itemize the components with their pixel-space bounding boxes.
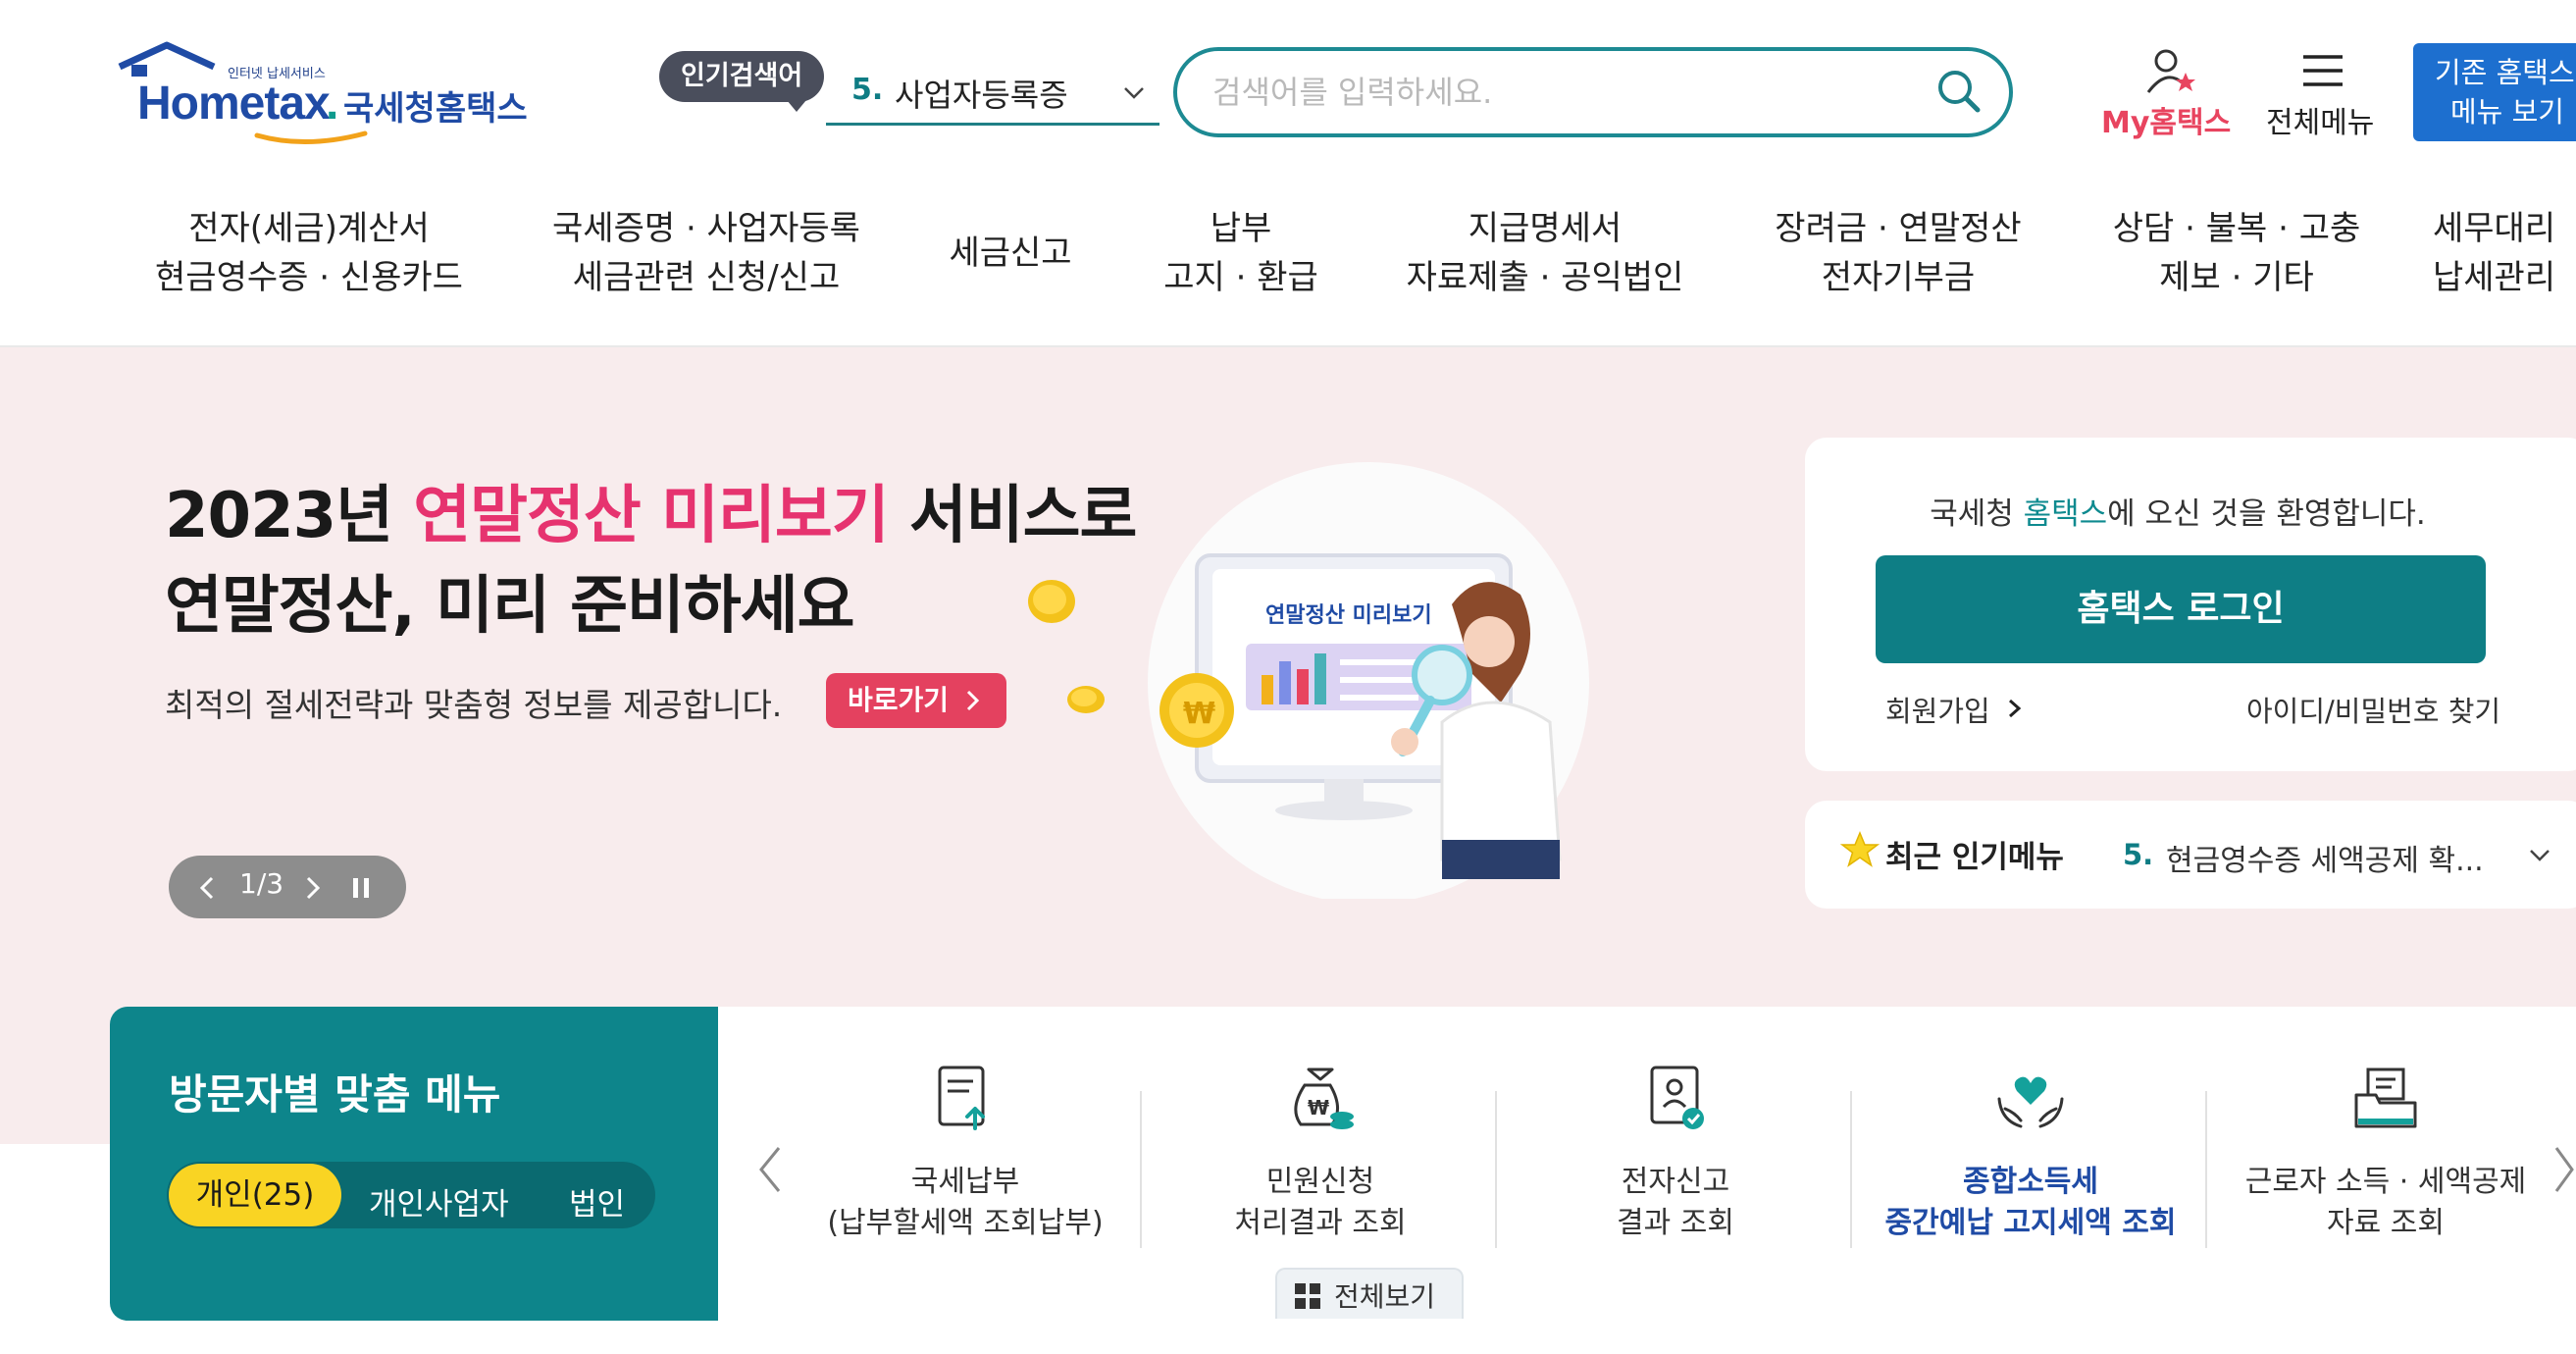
quick-item-tax-payment[interactable]: 국세납부 (납부할세액 조회납부)	[789, 1044, 1142, 1270]
grid-icon	[1295, 1283, 1320, 1309]
quick-item-label: 근로자 소득 · 세액공제 자료 조회	[2244, 1165, 2527, 1240]
quick-divider	[1495, 1091, 1497, 1248]
welcome-brand: 홈택스	[2023, 496, 2108, 532]
login-button[interactable]: 홈택스 로그인	[1876, 555, 2486, 663]
svg-text:₩: ₩	[1308, 1096, 1329, 1120]
logo-dot: .	[326, 78, 339, 130]
gnb-incentives-line2: 전자기부금	[1821, 258, 1976, 297]
folder-icon	[2354, 1068, 2417, 1128]
legacy-menu-button[interactable]: 기존 홈택스 메뉴 보기	[2413, 43, 2576, 141]
gnb-incentives-line1: 장려금 · 연말정산	[1775, 209, 2022, 248]
gnb-tax-agent[interactable]: 세무대리 납세관리	[2433, 204, 2576, 302]
logo-wordmark: Hometax	[137, 78, 331, 130]
chevron-left-icon[interactable]	[196, 873, 218, 903]
slide-counter: 1/3	[239, 867, 284, 900]
chevron-right-icon[interactable]	[302, 873, 324, 903]
tab-corporation[interactable]: 법인	[569, 1179, 625, 1224]
quick-item-label: 종합소득세 중간예납 고지세액 조회	[1884, 1165, 2177, 1240]
quick-item-income-tax[interactable]: 종합소득세 중간예납 고지세액 조회	[1854, 1044, 2207, 1270]
gnb-payment[interactable]: 납부 고지 · 환급	[1138, 204, 1344, 302]
hero-subtitle: 최적의 절세전략과 맞춤형 정보를 제공합니다.	[165, 686, 783, 724]
year-end-preview-illustration: 연말정산 미리보기 ₩	[1148, 462, 1589, 899]
recent-popular-rank: 5.	[2123, 838, 2154, 871]
gnb-tax-return-line1: 세금신고	[949, 234, 1072, 273]
gnb-incentives[interactable]: 장려금 · 연말정산 전자기부금	[1756, 204, 2040, 302]
gnb-consultation[interactable]: 상담 · 불복 · 고충 제보 · 기타	[2089, 204, 2384, 302]
chevron-down-icon[interactable]	[1120, 78, 1148, 106]
gnb-tax-agent-line1: 세무대리	[2433, 209, 2556, 248]
svg-text:₩: ₩	[1183, 697, 1215, 731]
legacy-menu-line1: 기존 홈택스	[2435, 56, 2575, 89]
search-input[interactable]	[1212, 63, 1899, 122]
hamburger-menu-icon[interactable]	[2301, 51, 2344, 90]
view-all-label[interactable]: 전체보기	[1334, 1276, 1435, 1315]
gnb-tax-agent-line2: 납세관리	[2433, 258, 2556, 297]
quick-item-label: 전자신고 결과 조회	[1617, 1165, 1734, 1240]
gnb-e-invoice-line1: 전자(세금)계산서	[188, 209, 430, 248]
gnb-consultation-line1: 상담 · 불복 · 고충	[2112, 209, 2361, 248]
signup-link[interactable]: 회원가입	[1885, 689, 1990, 730]
chevron-left-icon[interactable]	[753, 1142, 787, 1197]
hero-title-line2: 연말정산, 미리 준비하세요	[165, 570, 855, 643]
search-icon[interactable]	[1934, 67, 1984, 116]
popular-search-term[interactable]: 사업자등록증	[895, 71, 1068, 116]
gnb-e-invoice-line2: 현금영수증 · 신용카드	[155, 258, 463, 297]
illustration-label: 연말정산 미리보기	[1265, 603, 1432, 628]
gnb-statements-line1: 지급명세서	[1468, 209, 1623, 248]
money-bag-icon: ₩	[1294, 1068, 1354, 1129]
quick-divider	[1850, 1091, 1852, 1248]
pause-icon[interactable]	[349, 875, 373, 901]
my-hometax-link[interactable]: My홈택스	[2101, 98, 2231, 141]
quick-item-deduction[interactable]: 근로자 소득 · 세액공제 자료 조회	[2209, 1044, 2562, 1270]
gnb-certificates[interactable]: 국세증명 · 사업자등록 세금관련 신청/신고	[540, 204, 873, 302]
gnb-e-invoice[interactable]: 전자(세금)계산서 현금영수증 · 신용카드	[137, 204, 481, 302]
tab-sole-proprietor[interactable]: 개인사업자	[369, 1179, 509, 1224]
hero-title-line1: 2023년 연말정산 미리보기 서비스로	[165, 480, 1137, 552]
popular-search-rank: 5.	[851, 73, 884, 107]
user-star-icon[interactable]	[2142, 47, 2197, 96]
welcome-message: 국세청 홈택스에 오신 것을 환영합니다.	[1930, 496, 2426, 532]
chevron-right-icon	[2009, 699, 2022, 718]
hero-title-highlight: 연말정산 미리보기	[413, 480, 889, 552]
gnb-payment-line1: 납부	[1210, 209, 1272, 248]
gnb-statements-line2: 자료제출 · 공익법인	[1406, 258, 1684, 297]
all-menu-link[interactable]: 전체메뉴	[2266, 98, 2374, 141]
quick-divider	[2205, 1091, 2207, 1248]
popular-search-badge: 인기검색어	[659, 51, 825, 112]
chevron-right-icon	[966, 690, 980, 711]
gnb-payment-line2: 고지 · 환급	[1163, 258, 1318, 297]
star-icon	[1840, 831, 1880, 867]
quick-item-e-filing[interactable]: 전자신고 결과 조회	[1499, 1044, 1852, 1270]
quick-divider	[1140, 1091, 1142, 1248]
recent-popular-label: 최근 인기메뉴	[1885, 840, 2064, 875]
find-account-link[interactable]: 아이디/비밀번호 찾기	[2246, 689, 2500, 730]
tax-payment-icon	[938, 1066, 985, 1130]
gnb-certificates-line2: 세금관련 신청/신고	[572, 258, 841, 297]
gnb-tax-return[interactable]: 세금신고	[912, 229, 1108, 278]
gnb-consultation-line2: 제보 · 기타	[2159, 258, 2314, 297]
chevron-down-icon[interactable]	[2527, 842, 2552, 867]
e-filing-icon	[1650, 1066, 1704, 1129]
recent-popular-item[interactable]: 현금영수증 세액공제 확...	[2166, 836, 2484, 879]
coin-icon	[1028, 580, 1075, 623]
logo-brand-name: 국세청홈택스	[343, 89, 528, 129]
gnb-statements[interactable]: 지급명세서 자료제출 · 공익법인	[1383, 204, 1707, 302]
heart-hands-icon	[1997, 1076, 2064, 1128]
tab-personal[interactable]: 개인(25)	[169, 1164, 341, 1226]
coin-icon-small	[1067, 686, 1105, 713]
quick-item-label: 국세납부 (납부할세액 조회납부)	[827, 1165, 1104, 1240]
legacy-menu-line2: 메뉴 보기	[2450, 95, 2564, 129]
gnb-certificates-line1: 국세증명 · 사업자등록	[552, 209, 860, 248]
quick-item-civil-request[interactable]: ₩ 민원신청 처리결과 조회	[1144, 1044, 1497, 1270]
visitor-menu-title: 방문자별 맞춤 메뉴	[169, 1070, 501, 1119]
quick-item-label: 민원신청 처리결과 조회	[1234, 1165, 1407, 1240]
